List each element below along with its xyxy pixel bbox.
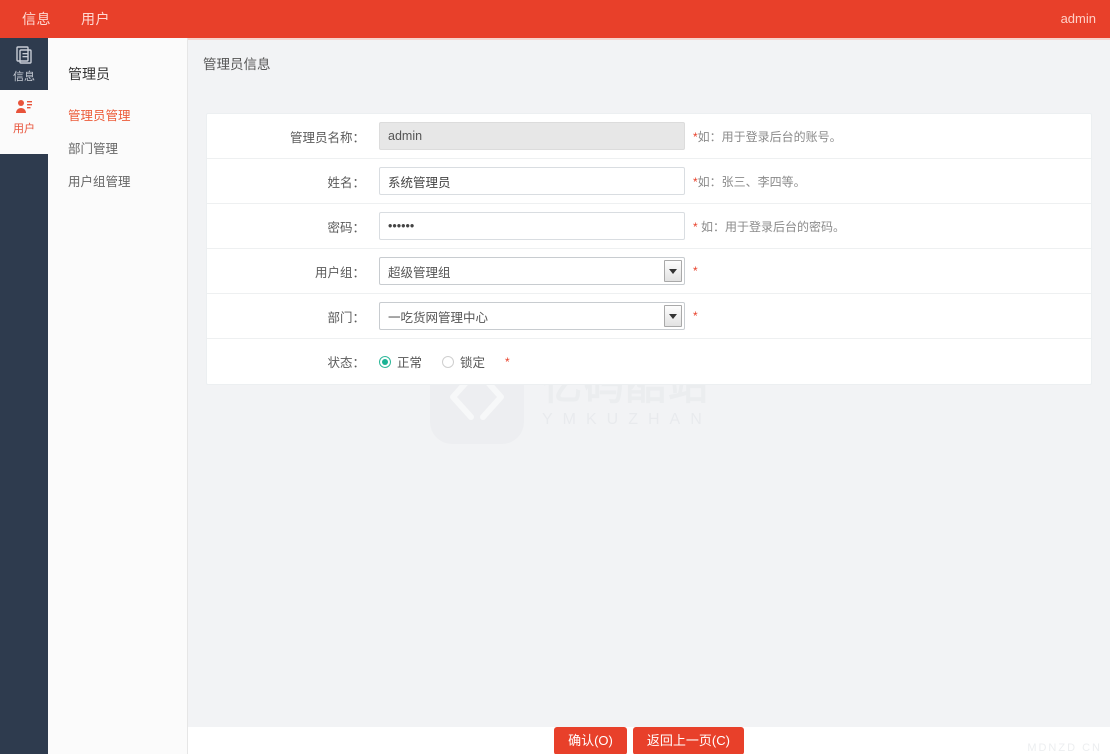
page-title: 管理员信息: [203, 57, 271, 72]
top-header-bar: 信息 用户 admin: [0, 0, 1110, 38]
rail-item-user-label: 用户: [13, 122, 35, 135]
label-admin-name: 管理员名称：: [289, 130, 365, 145]
status-radio-normal[interactable]: 正常: [379, 352, 422, 371]
hint-password: * 如：用于登录后台的密码。: [693, 218, 845, 235]
usergroup-select-value: 超级管理组: [388, 265, 451, 280]
status-radio-normal-label: 正常: [397, 356, 423, 370]
confirm-button[interactable]: 确认(O): [554, 726, 627, 754]
field-real-name-wrap: [379, 167, 685, 195]
rail-item-user[interactable]: 用户: [0, 90, 48, 142]
label-department: 部门：: [327, 310, 365, 325]
submenu-item-department-manage[interactable]: 部门管理: [48, 131, 187, 164]
label-status: 状态：: [327, 356, 365, 370]
form-row-password: 密码： * 如：用于登录后台的密码。: [207, 204, 1091, 249]
footer-action-bar: 确认(O) 返回上一页(C) MDNZD CN: [188, 726, 1110, 754]
field-usergroup-wrap: 超级管理组: [379, 257, 685, 285]
password-input[interactable]: [379, 212, 685, 240]
label-usergroup: 用户组：: [314, 265, 365, 280]
document-icon: [15, 45, 33, 69]
icon-rail: 信息 用户: [0, 38, 48, 754]
radio-unselected-icon: [442, 355, 455, 368]
submenu-item-admin-manage[interactable]: 管理员管理: [48, 98, 187, 131]
form-row-status: 状态： 正常 锁定 *: [207, 339, 1091, 384]
main-content: 管理员信息 亿码酷站 YMKUZHAN 管理员名称： *如: [188, 38, 1110, 754]
field-status-wrap: 正常 锁定 *: [379, 352, 685, 371]
required-star-department: *: [693, 309, 698, 323]
admin-name-input[interactable]: [379, 122, 685, 150]
hint-admin-name: *如：用于登录后台的账号。: [693, 128, 842, 145]
footer-watermark: MDNZD CN: [1027, 742, 1102, 754]
field-admin-name-wrap: [379, 122, 685, 150]
watermark-en: YMKUZHAN: [542, 411, 712, 428]
account-menu[interactable]: admin: [1061, 0, 1096, 38]
form-row-real-name: 姓名： *如：张三、李四等。: [207, 159, 1091, 204]
hint-real-name-text: 如：张三、李四等。: [697, 174, 806, 189]
form-row-admin-name: 管理员名称： *如：用于登录后台的账号。: [207, 114, 1091, 159]
radio-selected-icon: [379, 355, 391, 368]
status-radio-locked[interactable]: 锁定: [442, 352, 485, 371]
top-nav-item-user[interactable]: 用户: [81, 0, 110, 38]
required-star-status: *: [505, 354, 510, 369]
rail-item-info[interactable]: 信息: [0, 38, 48, 90]
secondary-menu-title: 管理员: [68, 66, 110, 82]
back-button[interactable]: 返回上一页(C): [632, 726, 744, 754]
submenu-item-usergroup-manage[interactable]: 用户组管理: [48, 164, 187, 197]
top-navigation: 信息 用户: [22, 0, 110, 38]
label-real-name: 姓名：: [327, 175, 365, 190]
form-row-usergroup: 用户组： 超级管理组 *: [207, 249, 1091, 294]
user-card-icon: [15, 98, 33, 121]
admin-info-page: 信息 用户 admin 信息 用户 管理员 管理员管理 部门管理 用户组管理 管…: [0, 0, 1110, 754]
chevron-down-icon[interactable]: [664, 260, 682, 282]
admin-info-form-card: 管理员名称： *如：用于登录后台的账号。 姓名： *如：张三、李四等。 密码：: [206, 113, 1092, 385]
department-select-value: 一吃货网管理中心: [388, 310, 489, 325]
chevron-down-icon[interactable]: [664, 305, 682, 327]
status-radio-locked-label: 锁定: [460, 356, 486, 370]
hint-admin-name-text: 如：用于登录后台的账号。: [697, 129, 842, 144]
required-star-usergroup: *: [693, 264, 698, 278]
form-row-department: 部门： 一吃货网管理中心 *: [207, 294, 1091, 339]
real-name-input[interactable]: [379, 167, 685, 195]
usergroup-select[interactable]: 超级管理组: [379, 257, 685, 285]
rail-spacer: [0, 142, 48, 154]
department-select[interactable]: 一吃货网管理中心: [379, 302, 685, 330]
top-nav-item-info[interactable]: 信息: [22, 0, 51, 38]
field-department-wrap: 一吃货网管理中心: [379, 302, 685, 330]
secondary-menu: 管理员 管理员管理 部门管理 用户组管理: [48, 38, 188, 754]
rail-item-info-label: 信息: [13, 70, 35, 83]
field-password-wrap: [379, 212, 685, 240]
status-radio-group: 正常 锁定 *: [379, 352, 685, 371]
hint-real-name: *如：张三、李四等。: [693, 173, 806, 190]
label-password: 密码：: [327, 220, 365, 235]
required-star-password: *: [693, 219, 698, 234]
hint-password-text: 如：用于登录后台的密码。: [701, 219, 846, 234]
